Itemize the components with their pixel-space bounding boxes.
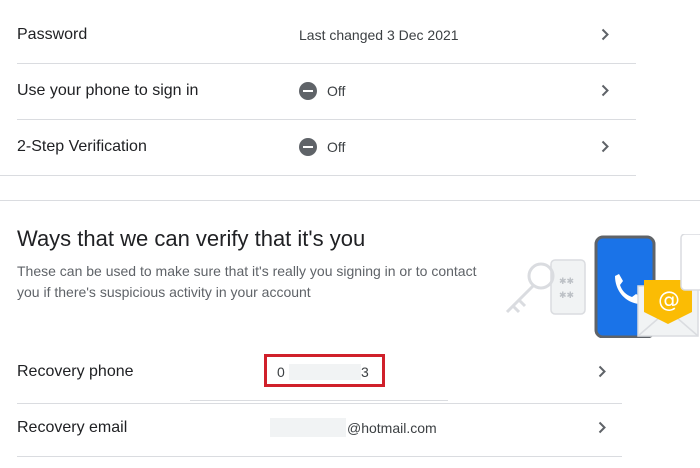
key-icon	[505, 262, 555, 314]
recovery-email-domain: @hotmail.com	[347, 420, 437, 436]
svg-text:@: @	[658, 288, 680, 313]
verify-illustration: ✱✱ ✱✱ @	[505, 234, 700, 338]
password-label: Password	[17, 25, 88, 43]
chevron-right-icon	[597, 364, 607, 380]
divider	[0, 175, 636, 176]
recovery-phone-value-start: 0	[277, 364, 285, 380]
chevron-right-icon	[600, 27, 610, 43]
two-step-value: Off	[327, 138, 346, 155]
recovery-phone-label: Recovery phone	[17, 362, 134, 380]
recovery-phone-redacted	[289, 364, 361, 380]
two-step-row[interactable]: 2-Step Verification Off	[0, 119, 636, 174]
phone-signin-value: Off	[327, 82, 346, 99]
recovery-email-label: Recovery email	[17, 418, 128, 436]
two-step-label: 2-Step Verification	[17, 137, 147, 155]
phone-signin-label: Use your phone to sign in	[17, 81, 199, 99]
recovery-email-redacted	[270, 418, 346, 437]
section-divider	[0, 200, 700, 201]
svg-text:✱✱: ✱✱	[559, 277, 574, 287]
off-status-icon	[299, 81, 317, 100]
password-row[interactable]: Password Last changed 3 Dec 2021	[0, 7, 636, 62]
divider	[17, 456, 622, 457]
section-title: Ways that we can verify that it's you	[17, 226, 366, 251]
section-description: These can be used to make sure that it's…	[17, 263, 477, 300]
phone-signin-row[interactable]: Use your phone to sign in Off	[0, 63, 636, 118]
two-step-status: Off	[299, 137, 346, 156]
off-status-icon	[299, 137, 317, 156]
chevron-right-icon	[600, 83, 610, 99]
chevron-right-icon	[597, 420, 607, 436]
key-card-icon	[550, 259, 586, 315]
password-last-changed: Last changed 3 Dec 2021	[299, 26, 459, 43]
phone-signin-status: Off	[299, 81, 346, 100]
svg-text:✱✱: ✱✱	[559, 291, 574, 301]
chevron-right-icon	[600, 139, 610, 155]
recovery-phone-value-end: 3	[361, 364, 369, 380]
